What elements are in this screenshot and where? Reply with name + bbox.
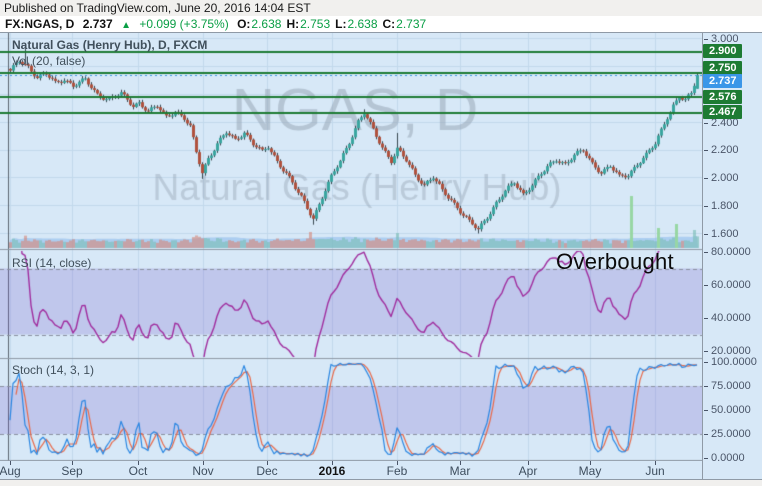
axis-tick-label: 80.0000 [704, 245, 751, 259]
month-label: Oct [118, 464, 158, 478]
price-level-badge: 2.467 [703, 105, 742, 119]
volume-legend[interactable]: Vol (20, false) [12, 54, 85, 68]
ohlc-pair: C:2.737 [383, 17, 427, 31]
stoch-legend[interactable]: Stoch (14, 3, 1) [12, 363, 94, 377]
last-price: 2.737 [83, 17, 113, 31]
axis-tick-label: 1.600 [704, 227, 739, 241]
price-level-badge: 2.576 [703, 90, 742, 104]
axis-tick-label: 60.0000 [704, 278, 751, 292]
series-legend[interactable]: Natural Gas (Henry Hub), D, FXCM [12, 38, 207, 52]
month-label: Mar [440, 464, 480, 478]
axis-tick-label: 0.0000 [704, 451, 745, 465]
month-label: 2016 [312, 464, 352, 478]
axis-tick-label: 25.0000 [704, 427, 751, 441]
price-level-badge: 2.900 [703, 44, 742, 58]
tradingview-published-chart: Published on TradingView.com, June 20, 2… [0, 0, 762, 486]
published-bar: Published on TradingView.com, June 20, 2… [0, 0, 762, 16]
price-level-badge: 2.750 [703, 61, 742, 75]
month-label: Nov [183, 464, 223, 478]
bottom-strip [0, 480, 762, 486]
axis-tick-label: 100.0000 [704, 355, 757, 369]
axis-tick-label: 50.0000 [704, 403, 751, 417]
chart-top-border [0, 32, 762, 33]
ohlc-pair: H:2.753 [286, 17, 330, 31]
ohlc-pair: L:2.638 [335, 17, 377, 31]
month-label: Apr [508, 464, 548, 478]
price-axis[interactable]: 3.0002.4002.2002.0001.8001.60080.000060.… [702, 33, 762, 479]
axis-tick-label: 2.200 [704, 143, 739, 157]
month-label: May [570, 464, 610, 478]
price-change: +0.099 (+3.75%) [139, 17, 228, 31]
month-label: Jun [635, 464, 675, 478]
axis-tick-label: 40.0000 [704, 311, 751, 325]
month-label: Feb [377, 464, 417, 478]
month-label: Aug [0, 464, 30, 478]
ohlc-values: O:2.638 H:2.753 L:2.638 C:2.737 [237, 17, 431, 31]
symbol-name[interactable]: FX:NGAS, D [5, 17, 74, 31]
axis-tick-label: 1.800 [704, 199, 739, 213]
current-price-badge: 2.737 [703, 74, 742, 88]
month-label: Dec [247, 464, 287, 478]
axis-tick-label: 75.0000 [704, 379, 751, 393]
chart-bottom-border [0, 479, 762, 480]
up-arrow-icon: ▲ [121, 20, 131, 31]
chart-canvas[interactable] [0, 33, 702, 461]
symbol-info-bar: FX:NGAS, D 2.737 ▲ +0.099 (+3.75%) O:2.6… [0, 16, 762, 33]
overbought-annotation: Overbought [556, 249, 674, 275]
axis-tick-label: 2.000 [704, 171, 739, 185]
time-axis[interactable]: Aug Sep Oct Nov Dec 2016 Feb Mar Apr May Jun [0, 461, 702, 479]
rsi-legend[interactable]: RSI (14, close) [12, 256, 91, 270]
ohlc-pair: O:2.638 [237, 17, 281, 31]
month-label: Sep [52, 464, 92, 478]
